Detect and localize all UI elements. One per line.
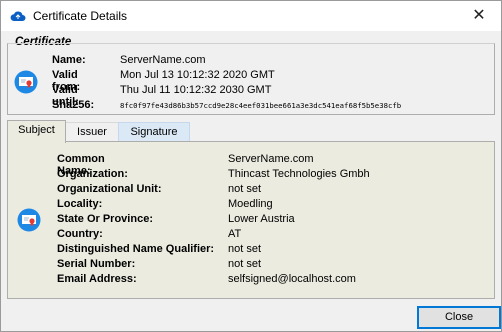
- subject-field-label: Country:: [57, 228, 103, 240]
- tab-issuer[interactable]: Issuer: [65, 122, 119, 143]
- subject-field-value: selfsigned@localhost.com: [228, 273, 356, 285]
- subject-field-label: Distinguished Name Qualifier:: [57, 243, 215, 255]
- subject-field-value: ServerName.com: [228, 153, 314, 165]
- subject-field-label: State Or Province:: [57, 213, 153, 225]
- certificate-details-dialog: Certificate Details ✕ Certificate Name: …: [0, 0, 502, 332]
- subject-field-label: Serial Number:: [57, 258, 136, 270]
- subject-field-label: Locality:: [57, 198, 103, 210]
- tab-subject[interactable]: Subject: [7, 120, 66, 143]
- cert-sha256-value: 8fc0f97fe43d86b3b57ccd9e28c4eef031bee661…: [120, 101, 402, 110]
- cert-valid-until-value: Thu Jul 11 10:12:32 2030 GMT: [120, 84, 272, 96]
- certificate-icon: [17, 208, 41, 232]
- subject-field-label: Organizational Unit:: [57, 183, 162, 195]
- cert-name-value: ServerName.com: [120, 54, 206, 66]
- title-bar: Certificate Details ✕: [1, 1, 501, 31]
- subject-panel: Common Name: ServerName.com Organization…: [7, 141, 495, 299]
- window-close-button[interactable]: ✕: [457, 1, 501, 31]
- subject-field-value: Moedling: [228, 198, 273, 210]
- subject-field-value: not set: [228, 258, 262, 270]
- subject-field-value: not set: [228, 183, 262, 195]
- close-button[interactable]: Close: [417, 306, 501, 329]
- subject-field-label: Organization:: [57, 168, 128, 180]
- certificate-icon: [14, 70, 38, 94]
- subject-field-value: Lower Austria: [228, 213, 295, 225]
- window-title: Certificate Details: [33, 9, 128, 23]
- subject-field-value: not set: [228, 243, 262, 255]
- subject-field-label: Email Address:: [57, 273, 137, 285]
- subject-field-value: Thincast Technologies Gmbh: [228, 168, 370, 180]
- tab-signature[interactable]: Signature: [118, 122, 190, 143]
- cloud-icon: [10, 11, 26, 21]
- certificate-summary-box: Name: ServerName.com Valid from: Mon Jul…: [7, 43, 495, 115]
- cert-name-label: Name:: [52, 54, 86, 66]
- cert-sha256-label: Sha256:: [52, 99, 95, 111]
- cert-valid-from-value: Mon Jul 13 10:12:32 2020 GMT: [120, 69, 275, 81]
- subject-field-value: AT: [228, 228, 242, 240]
